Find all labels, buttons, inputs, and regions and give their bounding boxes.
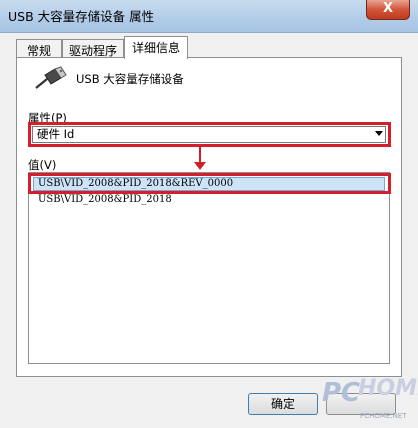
ok-button[interactable]: 确定: [248, 393, 318, 415]
watermark-brand-b: HOME: [358, 376, 418, 401]
value-label: 值(V): [28, 158, 57, 172]
window-title: USB 大容量存储设备 属性: [8, 9, 155, 24]
close-button[interactable]: X: [366, 0, 410, 20]
usb-connector-icon: [35, 66, 67, 89]
device-name: USB 大容量存储设备: [76, 72, 184, 86]
watermark-logo: PC HOME PCHOME.NET: [322, 374, 418, 426]
list-item[interactable]: USB\VID_2008&PID_2018: [38, 194, 172, 205]
annotation-arrow-head-icon: [194, 162, 206, 170]
ok-button-label: 确定: [270, 397, 295, 411]
property-dropdown-value: 硬件 Id: [37, 127, 75, 141]
dropdown-arrow-icon[interactable]: [375, 131, 383, 136]
watermark-url: PCHOME.NET: [360, 412, 407, 420]
tab-general[interactable]: 常规: [16, 39, 62, 58]
property-dropdown[interactable]: 硬件 Id: [32, 126, 386, 143]
tab-driver[interactable]: 驱动程序: [62, 39, 124, 58]
tab-details[interactable]: 详细信息: [124, 36, 188, 59]
tab-label: 驱动程序: [68, 44, 117, 58]
list-item[interactable]: USB\VID_2008&PID_2018&REV_0000: [38, 178, 233, 189]
close-icon: X: [382, 1, 394, 16]
tab-label: 详细信息: [131, 41, 180, 55]
annotation-arrow: [199, 144, 201, 164]
title-bar: USB 大容量存储设备 属性 X: [0, 0, 418, 33]
tab-label: 常规: [26, 44, 51, 58]
watermark-brand-a: PC: [322, 378, 361, 408]
